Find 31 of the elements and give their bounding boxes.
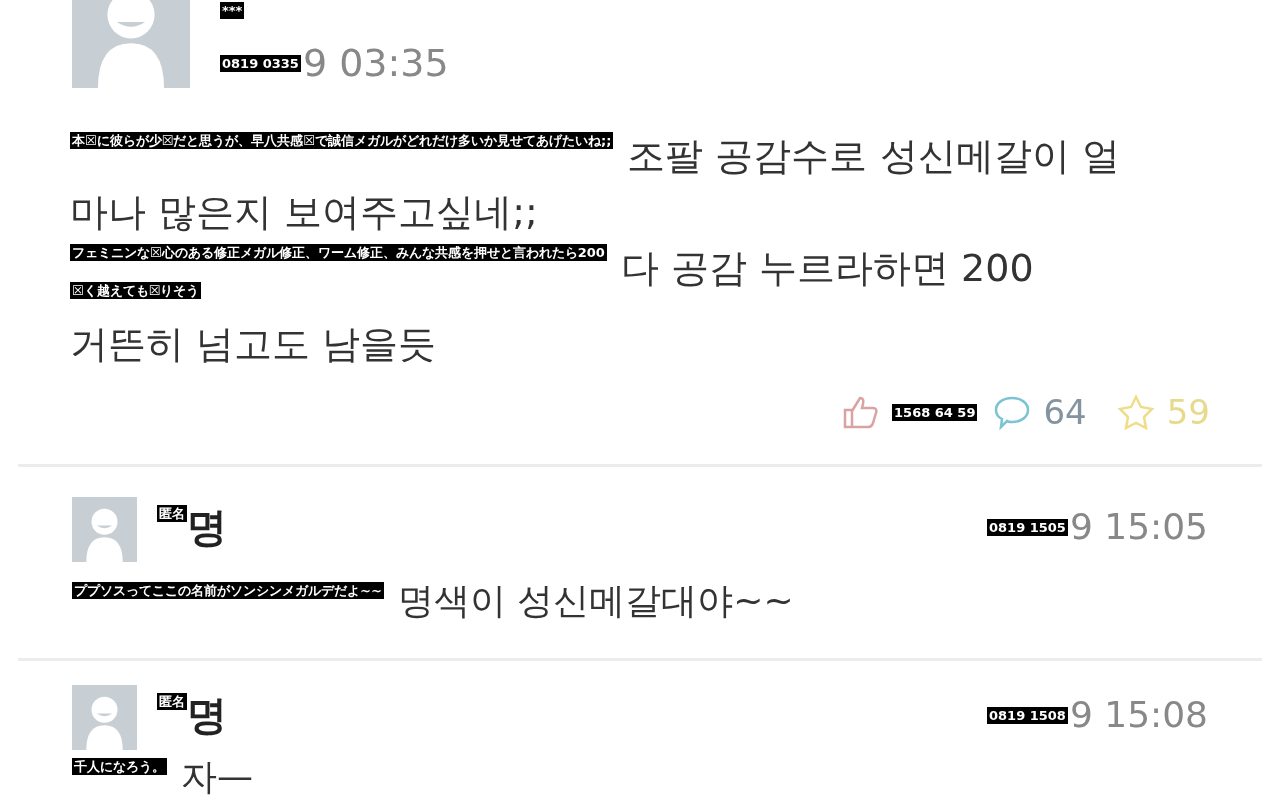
post-text: 조팔 공감수로 성신메갈이 얼 (627, 133, 1120, 180)
translation-label: フェミニンな☒心のある修正メガル修正、ワーム修正、みんな共感を押せと言われたら200 (70, 244, 607, 261)
author-name: 명 (187, 505, 227, 549)
post-date: 9 03:35 (302, 43, 449, 83)
comment-text: 자— (181, 755, 253, 799)
speech-bubble-icon (993, 394, 1032, 430)
translation-label: 0819 1508 (987, 706, 1068, 724)
avatar-icon (72, 497, 137, 562)
comment-text: 명색이 성신메갈대야~~ (397, 579, 794, 623)
star-icon (1116, 394, 1155, 430)
author-name: 명 (187, 693, 227, 737)
translation-label: 匿名 (157, 693, 187, 710)
favorite-count: 59 (1166, 392, 1210, 432)
comment-count: 64 (1043, 392, 1087, 432)
comment-date: 9 15:08 (1069, 695, 1208, 735)
translation-label: 千人になろう。 (72, 758, 167, 775)
translation-label: ププソスってここの名前がソンシンメガルデだよ~~ (72, 582, 384, 599)
avatar-icon (72, 0, 190, 88)
post-text: 거뜬히 넘고도 남을듯 (70, 321, 437, 368)
thumbs-up-icon (842, 394, 881, 430)
translation-label: 1568 64 59 (892, 403, 978, 421)
translation-label: 0819 1505 (987, 518, 1068, 536)
avatar-icon (72, 685, 137, 750)
post-text: 다 공감 누르라하면 200 (620, 245, 1034, 292)
post-text: 마나 많은지 보여주고싶네;; (70, 189, 538, 236)
translation-label: ☒く越えても☒りそう (70, 282, 202, 299)
comment-date: 9 15:05 (1069, 507, 1208, 547)
translation-label: *** (220, 2, 245, 19)
translation-label: 本☒に彼らが少☒だと思うが、早八共感☒で誠信メガルがどれだけ多いか見せてあげたいね;; (70, 132, 614, 149)
translation-label: 0819 0335 (220, 54, 301, 72)
translation-label: 匿名 (157, 505, 187, 522)
